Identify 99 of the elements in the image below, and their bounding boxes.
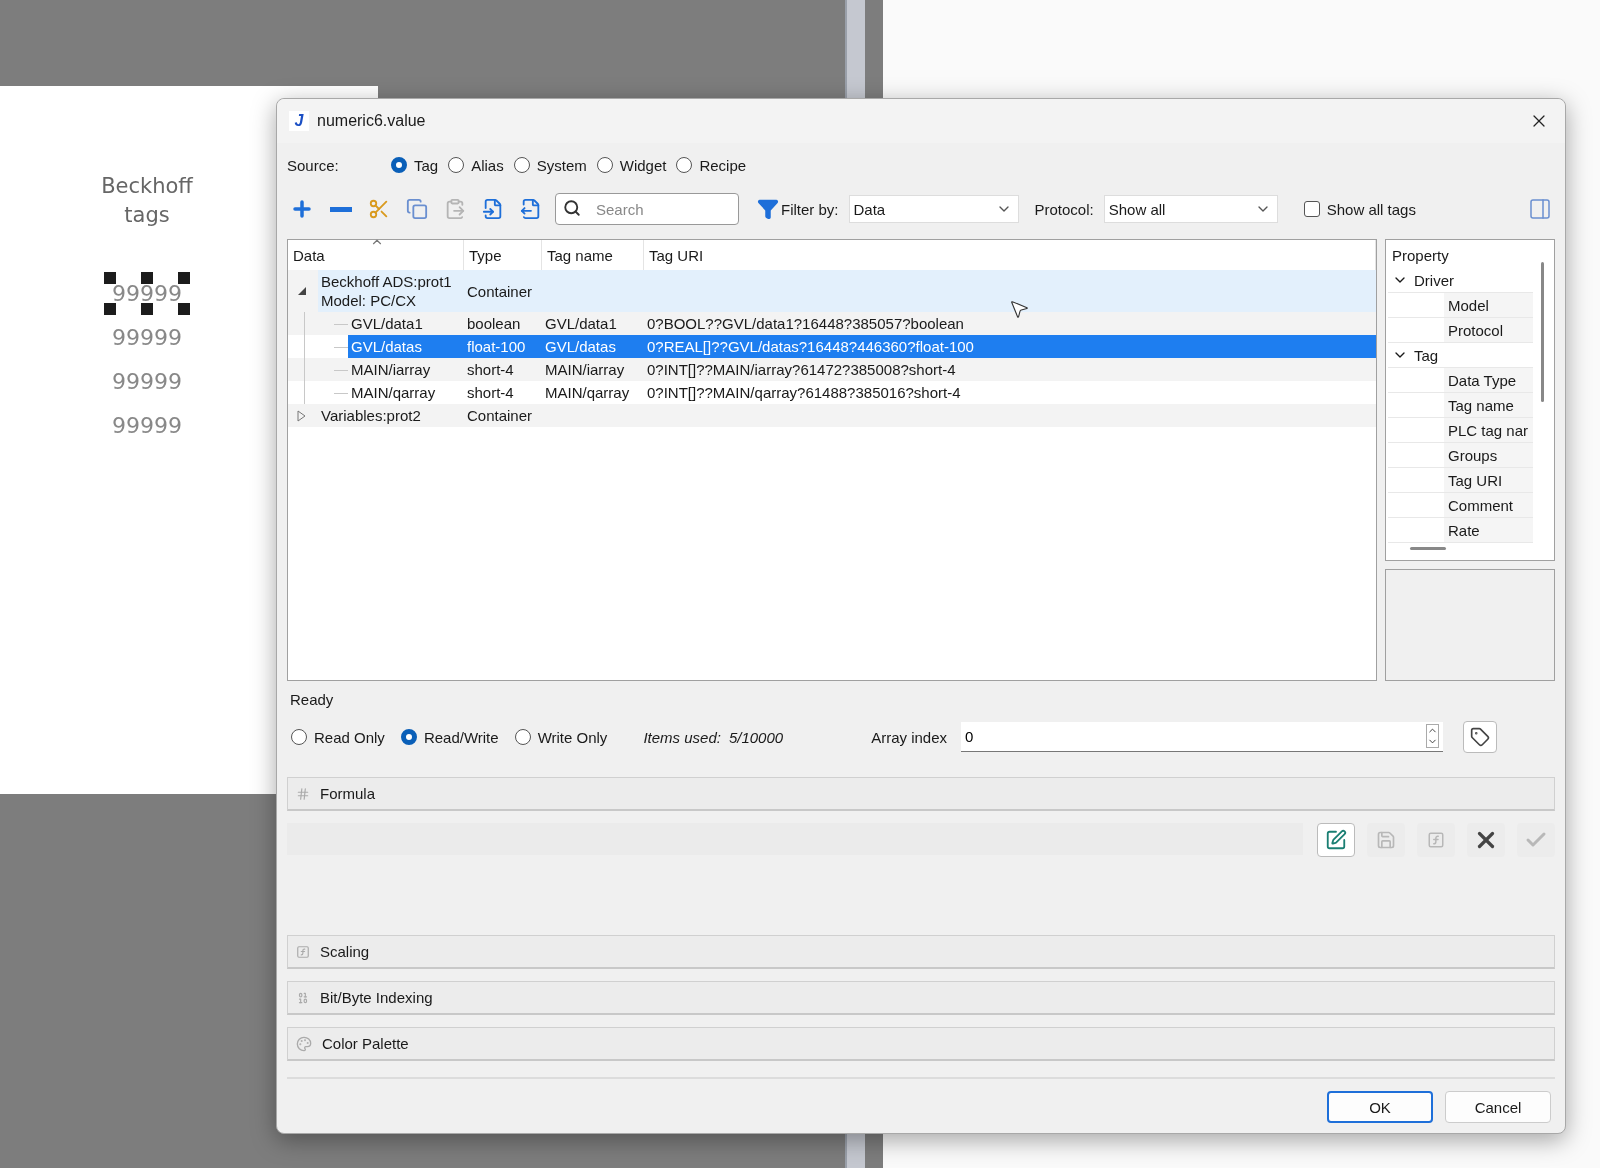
data-cell-text: Variables:prot2 xyxy=(320,406,422,426)
property-item: Tag name xyxy=(1388,393,1533,418)
tag-name-cell-text: MAIN/qarray xyxy=(544,383,631,403)
section-icon xyxy=(296,944,310,959)
tree-row[interactable]: MAIN/qarray short-4 MAIN/qarray 0?INT[]??MAIN/qarray?61488?385016?short-4 xyxy=(348,381,1376,404)
resize-handle[interactable] xyxy=(178,303,190,315)
data-cell-text: MAIN/iarray xyxy=(350,360,432,380)
section-icon xyxy=(296,990,310,1005)
type-cell-text: boolean xyxy=(466,314,522,334)
type-cell-text: Container xyxy=(466,406,534,426)
numeric-value[interactable]: 99999 xyxy=(104,360,190,403)
property-item: Groups xyxy=(1388,443,1533,468)
tag-uri-cell-text: 0?REAL[]??GVL/datas?16448?446360?float-100 xyxy=(646,337,975,357)
property-item: Protocol xyxy=(1388,318,1533,343)
type-cell-text: Container xyxy=(466,281,534,302)
window-title: numeric6.value xyxy=(317,112,427,130)
filter-label: Filter by: xyxy=(781,200,839,218)
resize-handle[interactable] xyxy=(104,272,116,284)
save-icon xyxy=(1376,830,1396,850)
ok-button[interactable]: OK xyxy=(1327,1091,1433,1123)
tag-uri-cell-text: 0?INT[]??MAIN/iarray?61472?385008?short-4 xyxy=(646,360,957,380)
source-label: Source: xyxy=(287,156,340,174)
filter-icon xyxy=(757,198,779,220)
data-cell-text: GVL/datas xyxy=(350,337,423,357)
source-radio[interactable]: System xyxy=(513,156,587,174)
section-header[interactable]: Bit/Byte Indexing xyxy=(287,981,1555,1015)
data-cell-text: MAIN/qarray xyxy=(350,383,437,403)
tree-row[interactable]: Beckhoff ADS:prot1 Model: PC/CX Container xyxy=(318,270,1376,312)
resize-handle[interactable] xyxy=(178,272,190,284)
filter-dropdown[interactable]: Data xyxy=(848,195,1019,223)
status-text: Ready xyxy=(289,689,335,710)
panel-icon xyxy=(1528,197,1552,221)
property-header: Property xyxy=(1391,245,1450,266)
section-header[interactable]: Formula xyxy=(287,777,1555,811)
clipboard-icon xyxy=(444,198,466,220)
source-radio[interactable]: Recipe xyxy=(676,156,747,174)
items-used-label: Items used: xyxy=(643,728,721,746)
resize-handle[interactable] xyxy=(141,303,153,315)
section-header[interactable]: Scaling xyxy=(287,935,1555,969)
numeric-value[interactable]: 99999 xyxy=(104,404,190,447)
source-radio[interactable]: Tag xyxy=(391,156,439,174)
source-radio[interactable]: Alias xyxy=(448,156,504,174)
tag-uri-cell-text: 0?INT[]??MAIN/qarray?61488?385016?short-4 xyxy=(646,383,962,403)
tag-icon xyxy=(1470,727,1491,747)
access-radio[interactable]: Write Only xyxy=(514,728,608,746)
section-icon xyxy=(296,786,310,801)
type-cell-text: float-100 xyxy=(466,337,527,357)
group-label: Tag xyxy=(1414,346,1439,364)
tag-name-cell-text: MAIN/iarray xyxy=(544,360,626,380)
tree-row[interactable]: GVL/datas float-100 GVL/datas 0?REAL[]??GVL/datas?16448?446360?float-100 xyxy=(348,335,1376,358)
resize-handle[interactable] xyxy=(141,272,153,284)
edit-button[interactable] xyxy=(1317,823,1355,857)
array-index-label: Array index xyxy=(871,728,948,746)
data-cell-text: GVL/data1 xyxy=(350,314,424,334)
section-header[interactable]: Color Palette xyxy=(287,1027,1555,1061)
file-arrow-icon xyxy=(482,198,504,220)
file-arrow-icon xyxy=(520,198,542,220)
collapse-icon[interactable] xyxy=(297,286,307,296)
numeric-value[interactable]: 99999 xyxy=(104,316,190,359)
property-item: Comment xyxy=(1388,493,1533,518)
array-index-field[interactable]: 0 xyxy=(961,722,1444,752)
protocol-label: Protocol: xyxy=(1034,200,1094,218)
scrollbar-thumb[interactable] xyxy=(1541,262,1544,402)
protocol-dropdown[interactable]: Show all xyxy=(1103,195,1278,223)
property-item: Tag URI xyxy=(1388,468,1533,493)
spinner-control[interactable] xyxy=(1426,724,1440,748)
group-label: Driver xyxy=(1414,271,1454,289)
plus-icon xyxy=(290,197,314,221)
tag-button[interactable] xyxy=(1463,721,1498,753)
function-icon xyxy=(1427,831,1445,849)
section-icon xyxy=(296,1035,312,1052)
copy-icon xyxy=(406,198,428,220)
search-field[interactable]: Search xyxy=(555,193,739,225)
minus-icon xyxy=(330,206,352,212)
expand-icon[interactable] xyxy=(297,409,307,422)
property-item: Rate xyxy=(1388,518,1533,543)
items-used-value: 5/10000 xyxy=(728,728,784,746)
edit-icon xyxy=(1325,829,1347,851)
scrollbar-thumb[interactable] xyxy=(1410,547,1446,550)
property-item: Data Type xyxy=(1388,368,1533,393)
tag-name-cell-text: GVL/data1 xyxy=(544,314,618,334)
tag-name-cell-text: GVL/datas xyxy=(544,337,617,357)
type-cell-text: short-4 xyxy=(466,383,515,403)
data-cell-text: Beckhoff ADS:prot1 Model: PC/CX xyxy=(320,272,453,311)
property-item: Model xyxy=(1388,293,1533,318)
type-cell-text: short-4 xyxy=(466,360,515,380)
clear-button[interactable] xyxy=(1467,823,1505,857)
access-radio[interactable]: Read Only xyxy=(291,728,385,746)
resize-handle[interactable] xyxy=(104,303,116,315)
scissors-icon xyxy=(368,198,390,220)
numeric-value[interactable]: 99999 xyxy=(104,272,190,315)
cancel-button[interactable]: Cancel xyxy=(1445,1091,1551,1123)
access-radio[interactable]: Read/Write xyxy=(400,728,499,746)
canvas-title: Beckhoff tags xyxy=(100,173,194,229)
tag-uri-cell-text: 0?BOOL??GVL/data1?16448?385057?boolean xyxy=(646,314,965,334)
source-radio[interactable]: Widget xyxy=(596,156,667,174)
property-item: PLC tag nar xyxy=(1388,418,1533,443)
show-all-tags-checkbox[interactable]: Show all tags xyxy=(1303,200,1416,218)
app-icon: J xyxy=(289,111,309,131)
